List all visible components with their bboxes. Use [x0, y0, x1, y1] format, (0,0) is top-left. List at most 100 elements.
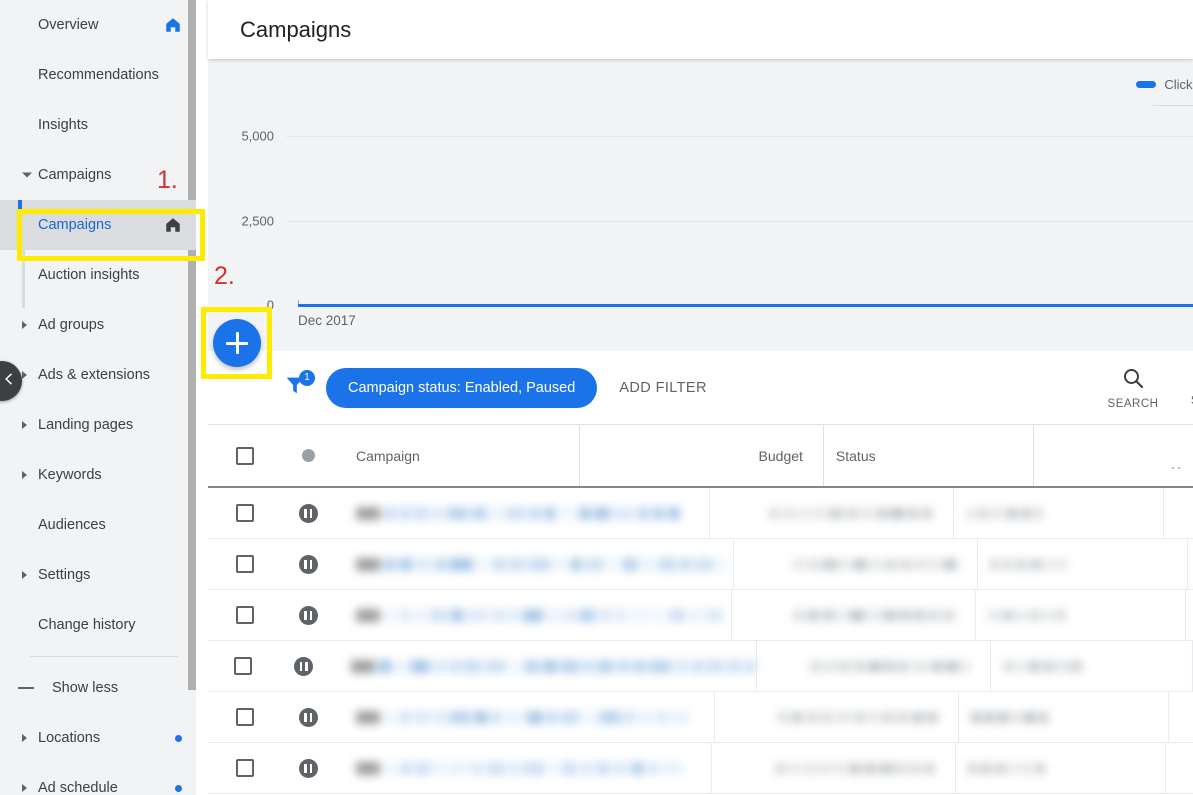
add-filter-button[interactable]: ADD FILTER: [619, 380, 707, 396]
row-status-cell[interactable]: [282, 539, 334, 589]
row-status-cell[interactable]: [282, 692, 334, 742]
pause-icon[interactable]: [299, 759, 318, 778]
row-campaign-cell[interactable]: [334, 743, 712, 793]
row-status-cell[interactable]: [282, 590, 334, 640]
row-checkbox[interactable]: [234, 657, 252, 675]
sidebar-item-locations[interactable]: Locations: [0, 713, 196, 763]
sidebar-item-label: Landing pages: [38, 417, 182, 433]
chevron-right-icon[interactable]: [22, 571, 27, 579]
row-status-text-cell[interactable]: [978, 539, 1188, 589]
table-row[interactable]: [208, 488, 1193, 539]
chevron-right-icon[interactable]: [22, 371, 27, 379]
row-select-cell[interactable]: [208, 641, 279, 691]
row-extra-cell[interactable]: [1186, 590, 1193, 640]
row-checkbox[interactable]: [236, 504, 254, 522]
row-checkbox[interactable]: [236, 606, 254, 624]
chevron-right-icon[interactable]: [22, 734, 27, 742]
row-select-cell[interactable]: [208, 590, 282, 640]
row-select-cell[interactable]: [208, 539, 282, 589]
sidebar-item-landing-pages[interactable]: Landing pages: [0, 400, 196, 450]
row-checkbox[interactable]: [236, 555, 254, 573]
chevron-right-icon[interactable]: [22, 321, 27, 329]
sidebar-item-ad-schedule[interactable]: Ad schedule: [0, 763, 196, 795]
row-budget-cell[interactable]: [732, 590, 976, 640]
table-row[interactable]: [208, 590, 1193, 641]
redacted-status: [968, 762, 1045, 775]
sidebar-item-keywords[interactable]: Keywords: [0, 450, 196, 500]
row-status-cell[interactable]: [282, 488, 334, 538]
row-budget-cell[interactable]: [734, 539, 978, 589]
sidebar-item-ad-groups[interactable]: Ad groups: [0, 300, 196, 350]
redacted-budget: [810, 660, 970, 673]
row-budget-cell[interactable]: [715, 692, 959, 742]
row-select-cell[interactable]: [208, 488, 282, 538]
main-content: Campaigns Clicks 5,000 2,500 0 D: [196, 0, 1193, 795]
row-status-text-cell[interactable]: [976, 590, 1186, 640]
row-campaign-cell[interactable]: [334, 539, 734, 589]
chevron-right-icon[interactable]: [22, 421, 27, 429]
pause-icon[interactable]: [299, 555, 318, 574]
row-status-text-cell[interactable]: [954, 488, 1164, 538]
annotation-marker-2: 2.: [214, 262, 235, 291]
sidebar-item-insights[interactable]: Insights: [0, 100, 196, 150]
active-filter-chip[interactable]: Campaign status: Enabled, Paused: [326, 368, 597, 408]
row-budget-cell[interactable]: [710, 488, 954, 538]
row-extra-cell[interactable]: [1188, 539, 1193, 589]
legend-divider: [1153, 105, 1193, 106]
table-row[interactable]: [208, 641, 1193, 692]
row-select-cell[interactable]: [208, 743, 282, 793]
x-axis-tick-label: Dec 2017: [298, 313, 356, 328]
sidebar-item-label: Ads & extensions: [38, 367, 182, 383]
sidebar-item-overview[interactable]: Overview: [0, 0, 196, 50]
select-all-cell[interactable]: [208, 425, 282, 486]
redacted-campaign-name: [356, 506, 680, 521]
table-row[interactable]: [208, 743, 1193, 794]
column-header-extra[interactable]: --: [1034, 425, 1193, 486]
column-header-campaign[interactable]: Campaign: [334, 425, 580, 486]
pause-icon[interactable]: [299, 708, 318, 727]
new-campaign-fab[interactable]: [213, 319, 261, 367]
table-row[interactable]: [208, 692, 1193, 743]
sidebar-item-change-history[interactable]: Change history: [0, 600, 196, 650]
row-campaign-cell[interactable]: [334, 590, 732, 640]
filter-funnel-button[interactable]: 1: [278, 371, 312, 405]
table-row[interactable]: [208, 539, 1193, 590]
chart-legend[interactable]: Clicks: [1136, 77, 1193, 92]
sidebar-item-label: Ad schedule: [38, 780, 175, 795]
sidebar-item-recommendations[interactable]: Recommendations: [0, 50, 196, 100]
row-campaign-cell[interactable]: [334, 488, 710, 538]
row-campaign-cell[interactable]: [334, 692, 715, 742]
sidebar-item-label: Audiences: [38, 517, 182, 533]
row-status-cell[interactable]: [282, 743, 334, 793]
y-tick-label: 5,000: [208, 129, 274, 144]
column-header-status[interactable]: Status: [824, 425, 1034, 486]
row-budget-cell[interactable]: [712, 743, 956, 793]
column-header-budget[interactable]: Budget: [580, 425, 824, 486]
pause-icon[interactable]: [294, 657, 313, 676]
row-budget-cell[interactable]: [757, 641, 992, 691]
segment-button[interactable]: SE: [1179, 368, 1193, 407]
row-status-text-cell[interactable]: [991, 641, 1193, 691]
notification-dot: [175, 785, 182, 792]
row-extra-cell[interactable]: [1164, 488, 1193, 538]
pause-icon[interactable]: [299, 504, 318, 523]
row-extra-cell[interactable]: [1166, 743, 1193, 793]
row-extra-cell[interactable]: [1169, 692, 1193, 742]
row-checkbox[interactable]: [236, 759, 254, 777]
chevron-down-icon[interactable]: [22, 173, 32, 178]
select-all-checkbox[interactable]: [236, 447, 254, 465]
sidebar-item-ads-extensions[interactable]: Ads & extensions: [0, 350, 196, 400]
row-select-cell[interactable]: [208, 692, 282, 742]
sidebar-item-audiences[interactable]: Audiences: [0, 500, 196, 550]
search-button[interactable]: SEARCH: [1105, 366, 1161, 410]
row-status-text-cell[interactable]: [956, 743, 1166, 793]
pause-icon[interactable]: [299, 606, 318, 625]
row-checkbox[interactable]: [236, 708, 254, 726]
sidebar-show-less-button[interactable]: Show less: [0, 663, 196, 713]
chevron-right-icon[interactable]: [22, 784, 27, 792]
row-status-text-cell[interactable]: [959, 692, 1169, 742]
sidebar-item-settings[interactable]: Settings: [0, 550, 196, 600]
row-campaign-cell[interactable]: [329, 641, 757, 691]
row-status-cell[interactable]: [279, 641, 329, 691]
chevron-right-icon[interactable]: [22, 471, 27, 479]
